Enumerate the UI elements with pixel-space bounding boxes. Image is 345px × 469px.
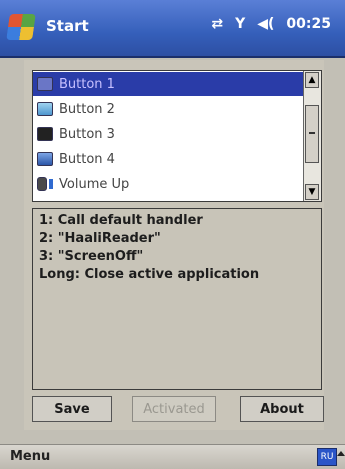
list-item-label: Volume Up — [59, 176, 130, 192]
save-button[interactable]: Save — [32, 396, 112, 422]
hardware-buttons-list[interactable]: Button 1 Button 2 Button 3 Button 4 Volu… — [32, 70, 322, 202]
main-panel: Button 1 Button 2 Button 3 Button 4 Volu… — [24, 60, 324, 430]
activated-button[interactable]: Activated — [132, 396, 216, 422]
about-button[interactable]: About — [240, 396, 324, 422]
list-item-button-3[interactable]: Button 3 — [33, 122, 303, 146]
menu-button[interactable]: Menu — [10, 449, 50, 464]
list-item-label: Button 4 — [59, 151, 115, 167]
volume-icon[interactable]: ◀( — [257, 16, 274, 32]
title-bar: Start ⇄ Y ◀( 00:25 — [0, 0, 345, 58]
button-4-icon — [37, 152, 53, 166]
list-item-label: Button 2 — [59, 101, 115, 117]
list-item-volume-up[interactable]: Volume Up — [33, 172, 303, 196]
button-1-icon — [37, 77, 53, 91]
window-title[interactable]: Start — [46, 17, 89, 35]
scroll-down-button[interactable]: ▼ — [305, 184, 319, 200]
list-scrollbar[interactable]: ▲ ▼ — [303, 71, 321, 201]
volume-up-icon — [37, 177, 47, 191]
action-buttons: Save Activated About — [32, 396, 324, 426]
description-line: 1: Call default handler — [39, 213, 203, 228]
description-line: Long: Close active application — [39, 267, 260, 282]
volume-up-icon-accent — [49, 179, 53, 189]
menu-bar: Menu RU — [0, 444, 345, 469]
pocket-pc-screen: Start ⇄ Y ◀( 00:25 Button 1 Button 2 But… — [0, 0, 345, 469]
windows-start-icon[interactable] — [6, 14, 36, 40]
description-line: 2: "HaaliReader" — [39, 231, 161, 246]
clock[interactable]: 00:25 — [286, 16, 331, 32]
button-action-description: 1: Call default handler 2: "HaaliReader"… — [32, 208, 322, 390]
input-method-arrow-icon[interactable] — [337, 451, 345, 456]
button-2-icon — [37, 102, 53, 116]
list-item-button-1[interactable]: Button 1 — [33, 72, 303, 96]
list-item-label: Button 1 — [59, 76, 115, 92]
description-line: 3: "ScreenOff" — [39, 249, 144, 264]
signal-icon[interactable]: Y — [235, 16, 245, 32]
button-3-icon — [37, 127, 53, 141]
input-method-icon[interactable]: RU — [317, 448, 337, 466]
scroll-thumb[interactable] — [305, 105, 319, 163]
connectivity-icon[interactable]: ⇄ — [211, 16, 223, 32]
status-area: ⇄ Y ◀( 00:25 — [211, 16, 331, 32]
list-item-button-2[interactable]: Button 2 — [33, 97, 303, 121]
scroll-up-button[interactable]: ▲ — [305, 72, 319, 88]
list-item-button-4[interactable]: Button 4 — [33, 147, 303, 171]
list-item-label: Button 3 — [59, 126, 115, 142]
